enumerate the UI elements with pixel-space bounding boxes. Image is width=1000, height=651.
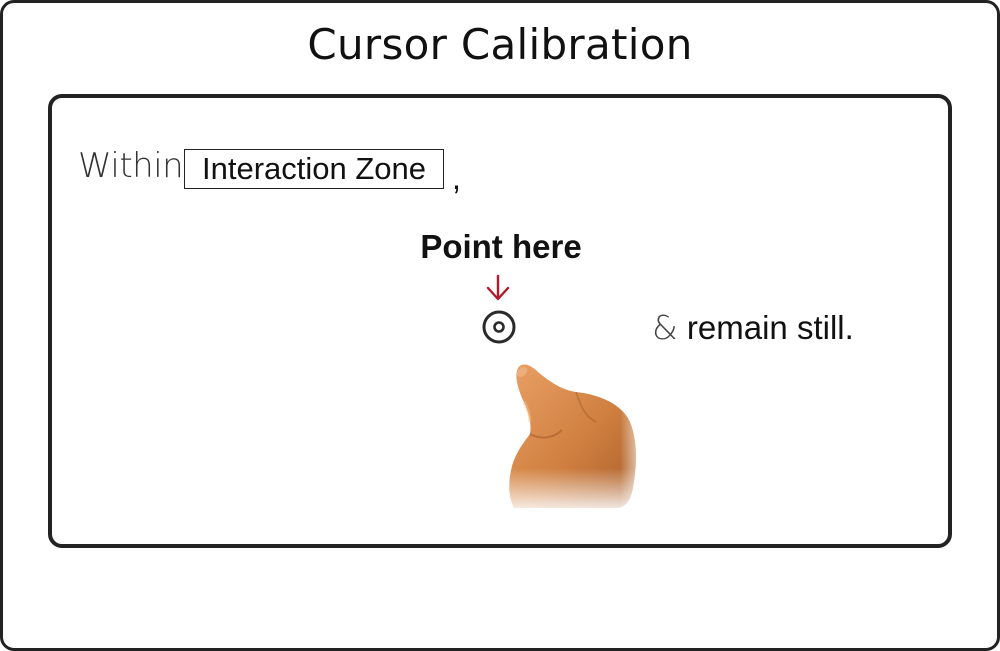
remain-still-text: & remain still.: [652, 308, 854, 347]
pointing-hand-image: [500, 356, 650, 516]
remain-still-label: remain still.: [686, 309, 854, 346]
ampersand-text: &: [652, 308, 678, 347]
target-icon[interactable]: [481, 309, 517, 345]
interaction-zone-label: Interaction Zone: [184, 149, 444, 189]
down-arrow-icon: [486, 274, 510, 301]
page-title: Cursor Calibration: [307, 20, 693, 69]
within-label: Within: [78, 146, 184, 186]
comma-text: ,: [452, 160, 461, 196]
point-here-label: Point here: [420, 228, 582, 265]
